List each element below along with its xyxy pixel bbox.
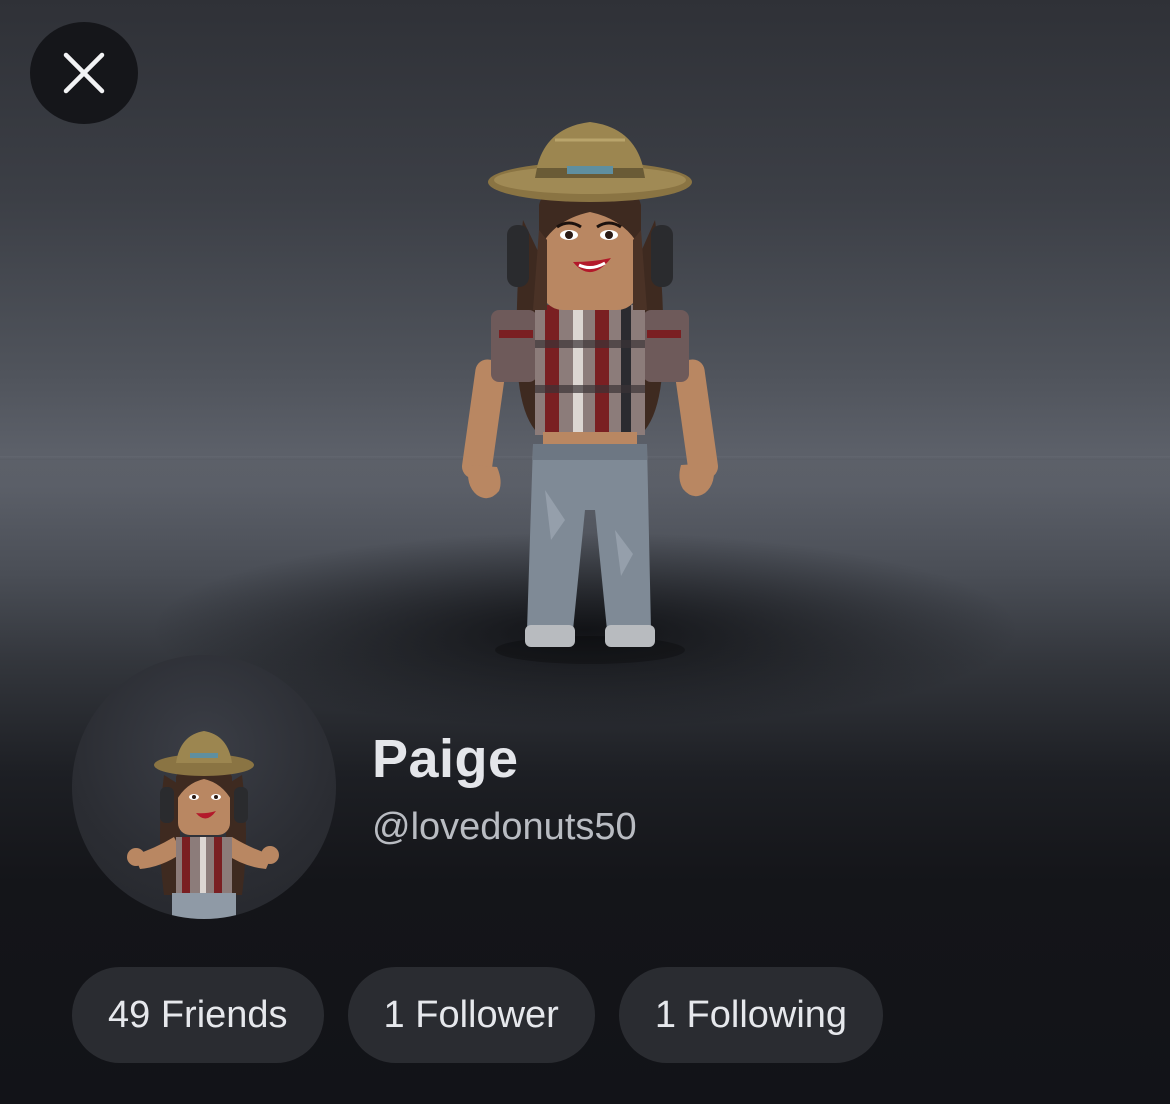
avatar-figure xyxy=(461,122,719,664)
friends-button[interactable]: 49 Friends xyxy=(72,967,324,1063)
close-button[interactable] xyxy=(30,22,138,124)
username: @lovedonuts50 xyxy=(372,806,637,848)
avatar-headshot-figure xyxy=(127,731,279,919)
profile-stats: 49 Friends 1 Follower 1 Following xyxy=(72,967,884,1063)
avatar-headshot[interactable] xyxy=(72,655,336,919)
avatar-3d-preview[interactable] xyxy=(455,110,725,670)
followers-button[interactable]: 1 Follower xyxy=(347,967,595,1063)
display-name: Paige xyxy=(372,729,519,789)
following-button[interactable]: 1 Following xyxy=(618,967,884,1063)
profile-page: Paige @lovedonuts50 49 Friends 1 Followe… xyxy=(0,0,1170,1104)
close-icon xyxy=(63,52,105,94)
